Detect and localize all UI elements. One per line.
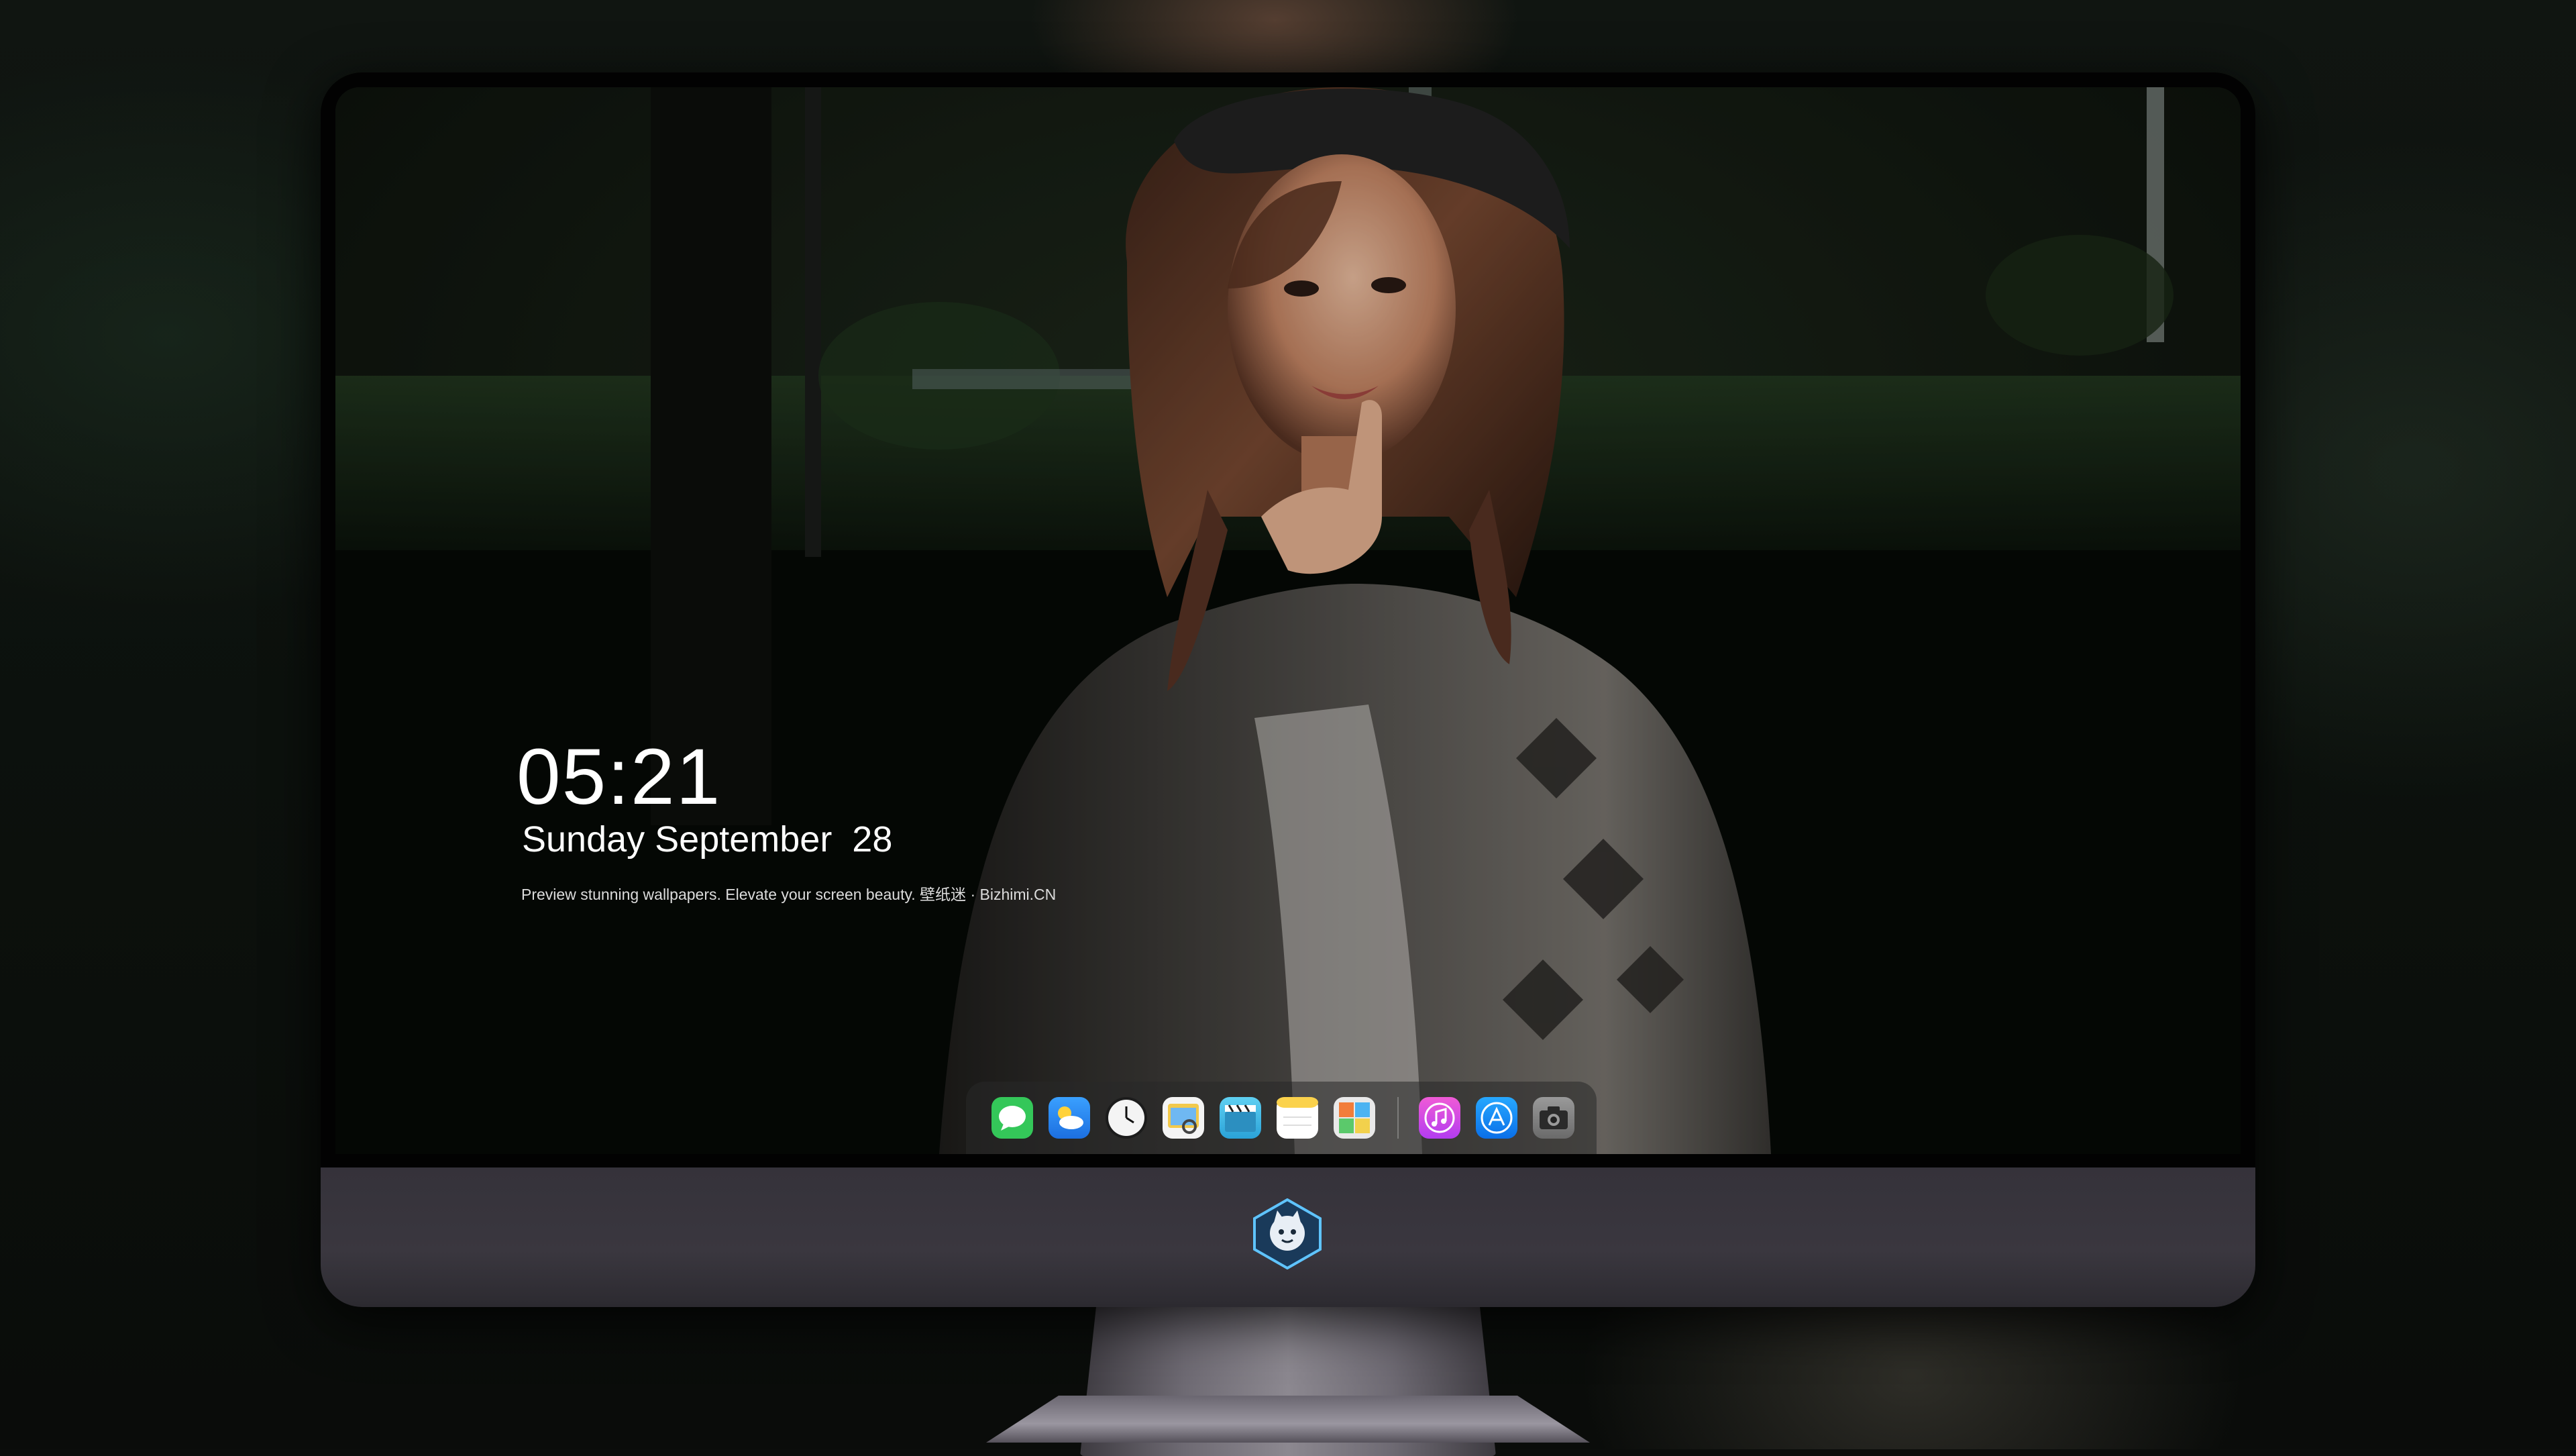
dock-separator [1397, 1097, 1399, 1139]
weather-icon[interactable] [1049, 1097, 1090, 1139]
ninja-cat-logo-icon [1253, 1198, 1322, 1269]
camera-icon[interactable] [1533, 1097, 1574, 1139]
photo-gallery-icon[interactable] [1334, 1097, 1375, 1139]
wallpaper-tagline: Preview stunning wallpapers. Elevate you… [521, 886, 1057, 903]
itunes-icon[interactable] [1419, 1097, 1460, 1139]
clock-icon[interactable] [1106, 1097, 1147, 1139]
wallpaper-photo [335, 87, 2241, 1154]
video-clapper-icon[interactable] [1220, 1097, 1261, 1139]
app-store-icon[interactable] [1476, 1097, 1517, 1139]
preview-icon[interactable] [1163, 1097, 1204, 1139]
notes-icon[interactable] [1277, 1097, 1318, 1139]
clock-date: Sunday September 28 [522, 819, 893, 860]
messages-icon[interactable] [991, 1097, 1033, 1139]
monitor-stand-base [986, 1396, 1590, 1443]
dock [966, 1082, 1597, 1154]
clock-time: 05:21 [517, 733, 722, 821]
desktop-screen: 05:21 Sunday September 28 Preview stunni… [335, 87, 2241, 1154]
